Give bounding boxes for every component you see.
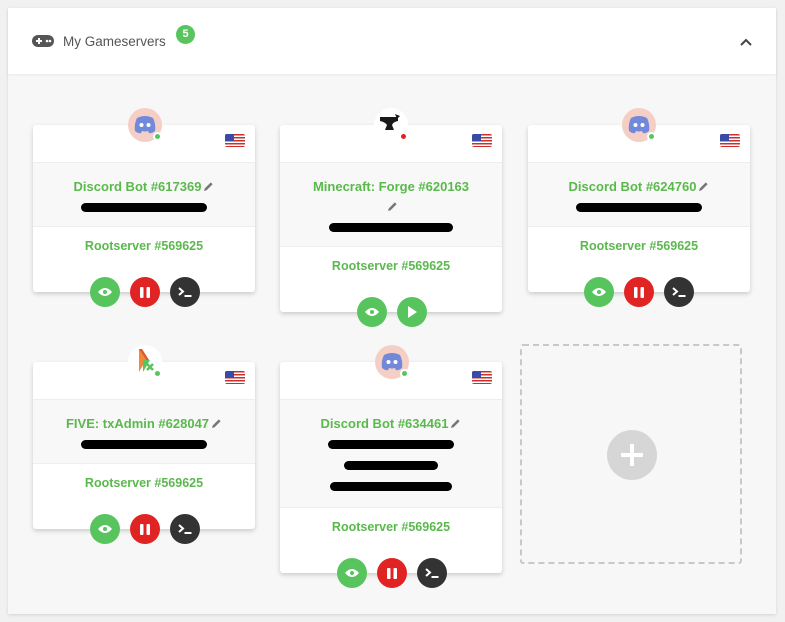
pencil-icon[interactable] xyxy=(450,418,461,429)
server-count-badge: 5 xyxy=(176,25,195,44)
pencil-icon[interactable] xyxy=(211,418,222,429)
server-card[interactable]: Discord Bot #617369 Rootserver #569625 xyxy=(33,125,255,292)
redacted-address xyxy=(328,440,454,449)
us-flag-icon xyxy=(472,134,492,147)
redacted-address xyxy=(576,203,702,212)
terminal-icon xyxy=(425,568,439,578)
server-name: Minecraft: Forge #620163 xyxy=(312,179,470,194)
server-card[interactable]: Discord Bot #624760 Rootserver #569625 xyxy=(528,125,750,292)
us-flag-icon xyxy=(225,371,245,384)
status-dot xyxy=(647,132,656,141)
eye-icon xyxy=(345,569,359,577)
terminal-icon xyxy=(178,287,192,297)
panel-header: My Gameservers 5 xyxy=(8,8,776,74)
pause-icon xyxy=(634,286,644,298)
server-name: Discord Bot #634461 xyxy=(320,416,449,431)
eye-icon xyxy=(98,288,112,296)
eye-icon xyxy=(365,308,379,316)
discord-avatar xyxy=(375,345,409,379)
minecraft-forge-avatar xyxy=(374,108,408,142)
eye-icon xyxy=(592,288,606,296)
redacted-address xyxy=(329,223,453,232)
add-server-card[interactable] xyxy=(520,344,742,564)
pause-icon xyxy=(140,523,150,535)
server-card[interactable]: Minecraft: Forge #620163 Rootserver #569… xyxy=(280,125,502,312)
console-button[interactable] xyxy=(170,514,200,544)
card-actions xyxy=(90,514,200,544)
stop-button[interactable] xyxy=(130,277,160,307)
status-dot xyxy=(153,132,162,141)
redacted-address xyxy=(330,482,452,491)
rootserver-link[interactable]: Rootserver #569625 xyxy=(332,259,450,273)
console-button[interactable] xyxy=(417,558,447,588)
server-name: Discord Bot #624760 xyxy=(568,179,697,194)
console-button[interactable] xyxy=(170,277,200,307)
card-actions xyxy=(90,277,200,307)
card-actions xyxy=(584,277,694,307)
view-button[interactable] xyxy=(90,277,120,307)
pause-icon xyxy=(140,286,150,298)
pencil-icon[interactable] xyxy=(203,181,214,192)
card-actions xyxy=(357,297,427,327)
status-dot xyxy=(153,369,162,378)
card-actions xyxy=(337,558,447,588)
view-button[interactable] xyxy=(584,277,614,307)
server-card[interactable]: FIVE: txAdmin #628047 Rootserver #569625 xyxy=(33,362,255,529)
rootserver-link[interactable]: Rootserver #569625 xyxy=(580,239,698,253)
terminal-icon xyxy=(672,287,686,297)
us-flag-icon xyxy=(720,134,740,147)
rootserver-link[interactable]: Rootserver #569625 xyxy=(85,476,203,490)
pencil-icon[interactable] xyxy=(698,181,709,192)
server-card[interactable]: Discord Bot #634461 Rootserver #569625 xyxy=(280,362,502,573)
stop-button[interactable] xyxy=(624,277,654,307)
server-name: FIVE: txAdmin #628047 xyxy=(65,416,210,431)
stop-button[interactable] xyxy=(377,558,407,588)
redacted-address xyxy=(81,440,207,449)
start-button[interactable] xyxy=(397,297,427,327)
console-button[interactable] xyxy=(664,277,694,307)
chevron-up-icon[interactable] xyxy=(736,32,756,52)
pencil-icon[interactable] xyxy=(387,201,398,212)
eye-icon xyxy=(98,525,112,533)
view-button[interactable] xyxy=(337,558,367,588)
us-flag-icon xyxy=(472,371,492,384)
plus-icon xyxy=(621,444,643,466)
status-dot xyxy=(399,132,408,141)
stop-button[interactable] xyxy=(130,514,160,544)
discord-avatar xyxy=(622,108,656,142)
view-button[interactable] xyxy=(357,297,387,327)
add-server-button[interactable] xyxy=(607,430,657,480)
pause-icon xyxy=(387,567,397,579)
view-button[interactable] xyxy=(90,514,120,544)
us-flag-icon xyxy=(225,134,245,147)
discord-avatar xyxy=(128,108,162,142)
server-name: Discord Bot #617369 xyxy=(73,179,202,194)
gamepad-icon xyxy=(32,35,54,47)
redacted-address xyxy=(81,203,207,212)
status-dot xyxy=(400,369,409,378)
terminal-icon xyxy=(178,524,192,534)
anvil-icon xyxy=(380,114,400,130)
panel-title: My Gameservers xyxy=(63,34,166,49)
play-icon xyxy=(408,306,417,318)
redacted-address xyxy=(344,461,438,470)
txadmin-avatar xyxy=(128,345,162,379)
rootserver-link[interactable]: Rootserver #569625 xyxy=(332,520,450,534)
rootserver-link[interactable]: Rootserver #569625 xyxy=(85,239,203,253)
